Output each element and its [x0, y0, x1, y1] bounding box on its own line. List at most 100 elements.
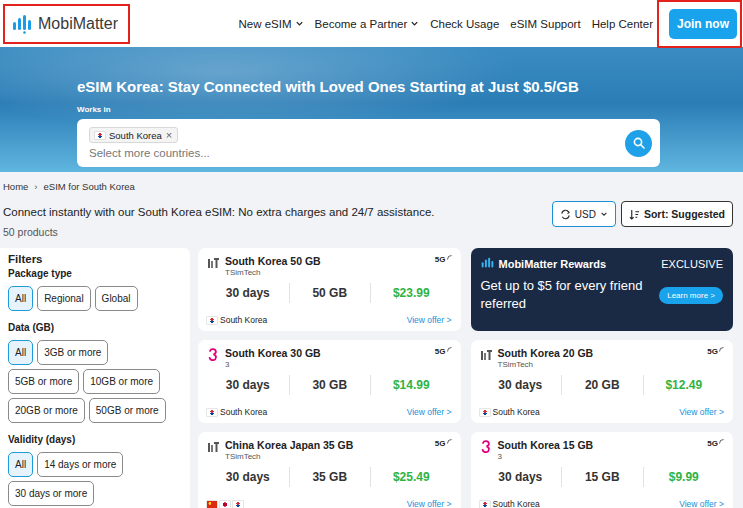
join-highlight: Join now	[657, 0, 742, 48]
catalog: FiltersPackage typeAllRegionalGlobalData…	[0, 248, 743, 508]
three-logo-icon	[207, 348, 220, 361]
price: $23.99	[370, 283, 452, 303]
join-button[interactable]: Join now	[669, 9, 737, 39]
filter-option[interactable]: 10GB or more	[83, 369, 160, 394]
offer-stats: 30 days30 GB$14.99	[207, 375, 452, 395]
data-amount: 50 GB	[289, 283, 371, 303]
filters-title: Filters	[8, 253, 183, 265]
breadcrumb-item[interactable]: eSIM for South Korea	[44, 181, 135, 192]
coverage	[207, 501, 243, 508]
nav-item[interactable]: eSIM Support	[510, 18, 580, 30]
filter-group: Package typeAllRegionalGlobal	[8, 268, 183, 311]
data-amount: 30 GB	[289, 375, 371, 395]
view-offer-link[interactable]: View offer >	[407, 499, 452, 508]
data-amount: 20 GB	[561, 375, 643, 395]
offer-title: China Korea Japan 35 GB	[225, 439, 430, 452]
main-nav: New eSIM Become a Partner Check Usage eSIM …	[239, 18, 653, 30]
view-offer-link[interactable]: View offer >	[407, 315, 452, 325]
network-badge: 5G	[435, 255, 452, 264]
offer-card[interactable]: South Korea 50 GBTSimTech 5G 30 days50 GB…	[198, 248, 461, 331]
tsimtech-logo-icon	[480, 348, 493, 361]
top-bar: MobiMatter New eSIM Become a Partner Check …	[0, 0, 743, 47]
country-input[interactable]: Select more countries...	[89, 147, 625, 159]
sort-button[interactable]: Sort: Suggested	[621, 201, 733, 227]
validity: 30 days	[480, 375, 562, 395]
logo-icon	[481, 257, 494, 270]
flag-icon	[480, 409, 490, 416]
learn-more-button[interactable]: Learn more >	[659, 287, 723, 304]
network-badge: 5G	[435, 347, 452, 356]
filter-option[interactable]: Regional	[37, 286, 90, 311]
price: $14.99	[370, 375, 452, 395]
three-logo-icon	[480, 440, 493, 453]
offer-card[interactable]: South Korea 30 GB35G 30 days30 GB$14.99S…	[198, 340, 461, 423]
filter-option[interactable]: Global	[95, 286, 138, 311]
signal-icon	[719, 347, 724, 352]
validity: 30 days	[207, 283, 289, 303]
nav-item[interactable]: Help Center	[592, 18, 653, 30]
coverage: South Korea	[207, 407, 267, 417]
product-count: 50 products	[3, 226, 435, 238]
filter-option[interactable]: All	[8, 286, 33, 311]
signal-icon	[719, 439, 724, 444]
filter-option[interactable]: All	[8, 340, 33, 365]
validity: 30 days	[207, 375, 289, 395]
search-button[interactable]	[625, 130, 652, 157]
logo[interactable]: MobiMatter	[3, 4, 130, 44]
chevron-down-icon	[295, 19, 304, 28]
flag-icon	[207, 317, 217, 324]
flag-icon	[207, 409, 217, 416]
search-icon	[633, 137, 645, 149]
price: $9.99	[643, 467, 725, 487]
view-offer-link[interactable]: View offer >	[679, 499, 724, 508]
filter-option[interactable]: 30 days or more	[8, 481, 94, 506]
flag-icon	[95, 132, 105, 139]
data-amount: 15 GB	[561, 467, 643, 487]
filter-group-title: Validity (days)	[8, 434, 183, 445]
remove-chip-button[interactable]: ×	[166, 129, 172, 141]
offer-title: South Korea 20 GB	[498, 347, 703, 360]
exclusive-badge: EXCLUSIVE	[661, 258, 723, 270]
offer-title: South Korea 30 GB	[225, 347, 430, 360]
filter-option[interactable]: 5GB or more	[8, 369, 79, 394]
view-offer-link[interactable]: View offer >	[407, 407, 452, 417]
page: MobiMatter New eSIM Become a Partner Check …	[0, 0, 743, 508]
filter-group: Data (GB)All3GB or more5GB or more10GB o…	[8, 322, 183, 423]
network-badge: 5G	[707, 439, 724, 448]
filter-option[interactable]: 50GB or more	[89, 398, 166, 423]
provider-name: TSimTech	[225, 452, 430, 462]
filter-option[interactable]: 20GB or more	[8, 398, 85, 423]
filter-option[interactable]: All	[8, 452, 33, 477]
filter-option[interactable]: 14 days or more	[37, 452, 123, 477]
offer-title: South Korea 15 GB	[498, 439, 703, 452]
offer-stats: 30 days15 GB$9.99	[480, 467, 725, 487]
chevron-down-icon	[600, 210, 608, 218]
offer-card[interactable]: South Korea 15 GB35G 30 days15 GB$9.99So…	[471, 432, 734, 508]
nav-item[interactable]: Become a Partner	[315, 18, 420, 30]
filter-option[interactable]: 3GB or more	[37, 340, 108, 365]
tsimtech-logo-icon	[207, 440, 220, 453]
chevron-down-icon	[410, 19, 419, 28]
provider-name: 3	[225, 360, 430, 370]
offer-stats: 30 days20 GB$12.49	[480, 375, 725, 395]
view-offer-link[interactable]: View offer >	[679, 407, 724, 417]
validity: 30 days	[480, 467, 562, 487]
intro-text: Connect instantly with our South Korea e…	[3, 206, 435, 218]
breadcrumb-separator: ›	[34, 181, 37, 192]
breadcrumb-item[interactable]: Home	[3, 181, 28, 192]
offer-stats: 30 days35 GB$25.49	[207, 467, 452, 487]
offer-card[interactable]: China Korea Japan 35 GBTSimTech5G 30 day…	[198, 432, 461, 508]
offer-title: South Korea 50 GB	[225, 255, 430, 268]
nav-item[interactable]: Check Usage	[430, 18, 499, 30]
price: $25.49	[370, 467, 452, 487]
price: $12.49	[643, 375, 725, 395]
country-search: South Korea×Select more countries...	[77, 119, 660, 167]
flag-icon	[480, 501, 490, 508]
provider-name: TSimTech	[225, 268, 430, 278]
data-amount: 35 GB	[289, 467, 371, 487]
rewards-text: Get up to $5 for every friend referred	[481, 277, 654, 313]
currency-select[interactable]: USD	[552, 201, 616, 227]
nav-item[interactable]: New eSIM	[239, 18, 304, 30]
offer-card[interactable]: South Korea 20 GBTSimTech5G 30 days20 GB…	[471, 340, 734, 423]
coverage: South Korea	[480, 499, 540, 508]
